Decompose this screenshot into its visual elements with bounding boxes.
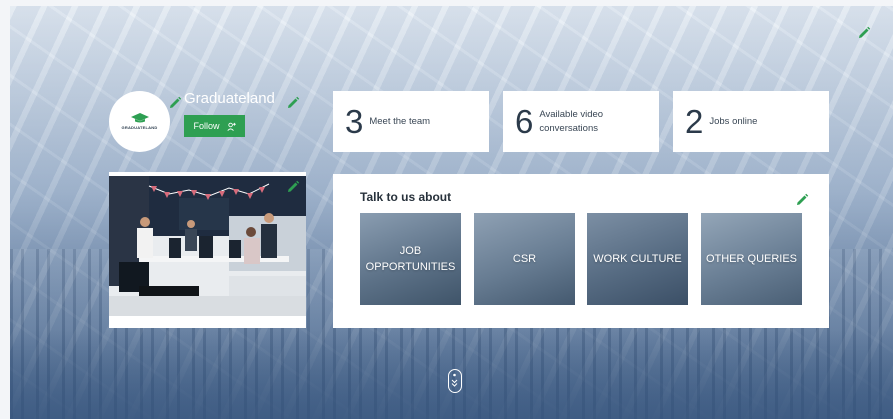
topic-other-queries[interactable]: OTHER QUERIES <box>701 213 802 305</box>
edit-name-icon[interactable] <box>286 96 300 110</box>
topic-job-opportunities[interactable]: JOB OPPORTUNITIES <box>360 213 461 305</box>
company-logo: GRADUATELAND <box>109 91 170 152</box>
edit-logo-icon[interactable] <box>168 96 182 110</box>
stat-label: Jobs online <box>709 115 758 127</box>
topic-label: CSR <box>512 252 537 265</box>
scroll-down-icon[interactable] <box>448 369 462 393</box>
topic-work-culture[interactable]: WORK CULTURE <box>587 213 688 305</box>
company-name: Graduateland <box>184 90 275 107</box>
stat-number: 6 <box>515 103 534 140</box>
graduation-cap-icon <box>130 113 149 123</box>
office-photo <box>109 176 306 316</box>
follow-button[interactable]: Follow <box>184 115 245 137</box>
topic-label: JOB OPPORTUNITIES <box>365 244 456 274</box>
stat-number: 2 <box>685 103 704 140</box>
topic-label: WORK CULTURE <box>593 252 682 265</box>
edit-topics-icon[interactable] <box>795 193 809 207</box>
follow-label: Follow <box>193 121 220 131</box>
topic-csr[interactable]: CSR <box>474 213 575 305</box>
stat-label: Available video conversations <box>539 108 604 134</box>
talk-title: Talk to us about <box>360 190 452 204</box>
stat-card-jobs[interactable]: 2 Jobs online <box>673 91 829 152</box>
office-photo-card[interactable] <box>109 172 306 328</box>
logo-wordmark: GRADUATELAND <box>121 125 158 130</box>
edit-cover-icon[interactable] <box>857 26 871 40</box>
stat-number: 3 <box>345 103 364 140</box>
stat-card-team[interactable]: 3 Meet the team <box>333 91 489 152</box>
stat-label: Meet the team <box>369 115 431 127</box>
stat-card-video[interactable]: 6 Available video conversations <box>503 91 659 152</box>
add-user-icon <box>226 122 236 131</box>
topic-label: OTHER QUERIES <box>705 252 798 265</box>
talk-to-us-card: Talk to us about JOB OPPORTUNITIES CSR W… <box>333 174 829 328</box>
edit-photo-icon[interactable] <box>286 180 300 194</box>
